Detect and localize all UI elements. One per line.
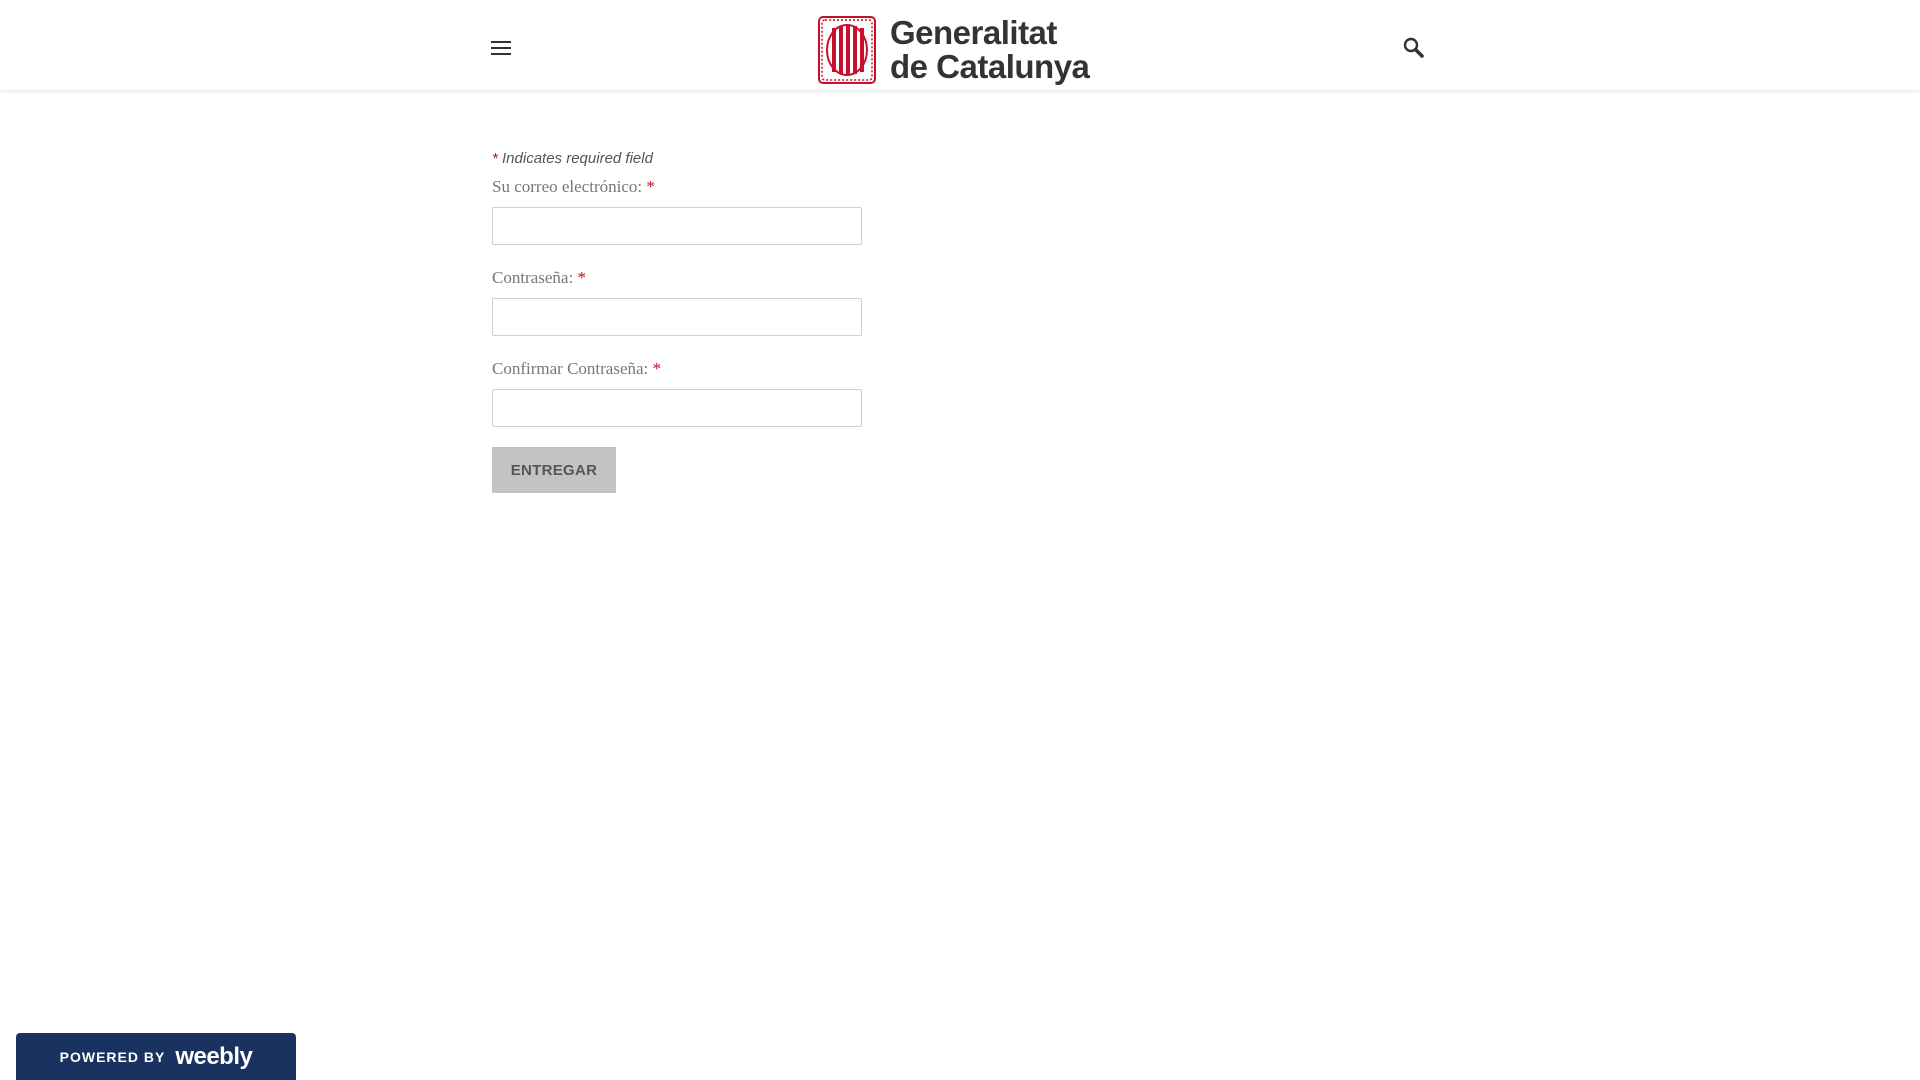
powered-by-weebly-badge[interactable]: POWERED BY weebly (16, 1033, 296, 1080)
site-header: Generalitat de Catalunya (0, 0, 1920, 90)
required-field-note: * Indicates required field (492, 150, 1192, 167)
confirm-password-label: Confirmar Contraseña: * (492, 359, 1192, 379)
menu-icon-bar (491, 41, 511, 43)
search-button[interactable] (1402, 36, 1428, 62)
logo-line-1: Generalitat (890, 14, 1057, 51)
powered-by-label: POWERED BY (59, 1048, 166, 1065)
password-field[interactable] (492, 298, 862, 336)
email-label-text: Su correo electrónico: (492, 177, 643, 196)
confirm-password-required-star: * (652, 359, 662, 378)
password-required-star: * (577, 268, 586, 287)
submit-button[interactable]: ENTREGAR (492, 447, 616, 493)
email-field[interactable] (492, 207, 862, 245)
hamburger-menu-button[interactable] (488, 34, 516, 62)
email-label: Su correo electrónico: * (492, 177, 1192, 197)
logo-text: Generalitat de Catalunya (890, 14, 1090, 85)
generalitat-emblem-icon (818, 16, 876, 84)
site-logo[interactable]: Generalitat de Catalunya (818, 14, 1090, 86)
password-label: Contraseña: * (492, 268, 1192, 288)
confirm-password-label-text: Confirmar Contraseña: (492, 359, 649, 378)
signup-form: * Indicates required field Su correo ele… (492, 150, 1192, 493)
search-icon (1403, 37, 1424, 58)
logo-line-2: de Catalunya (890, 48, 1090, 85)
confirm-password-field[interactable] (492, 389, 862, 427)
email-required-star: * (646, 177, 655, 196)
required-note-text: Indicates required field (497, 150, 653, 167)
menu-icon-bar (491, 47, 511, 49)
weebly-logo: weebly (175, 1042, 253, 1070)
password-label-text: Contraseña: (492, 268, 574, 287)
menu-icon-bar (491, 53, 511, 55)
